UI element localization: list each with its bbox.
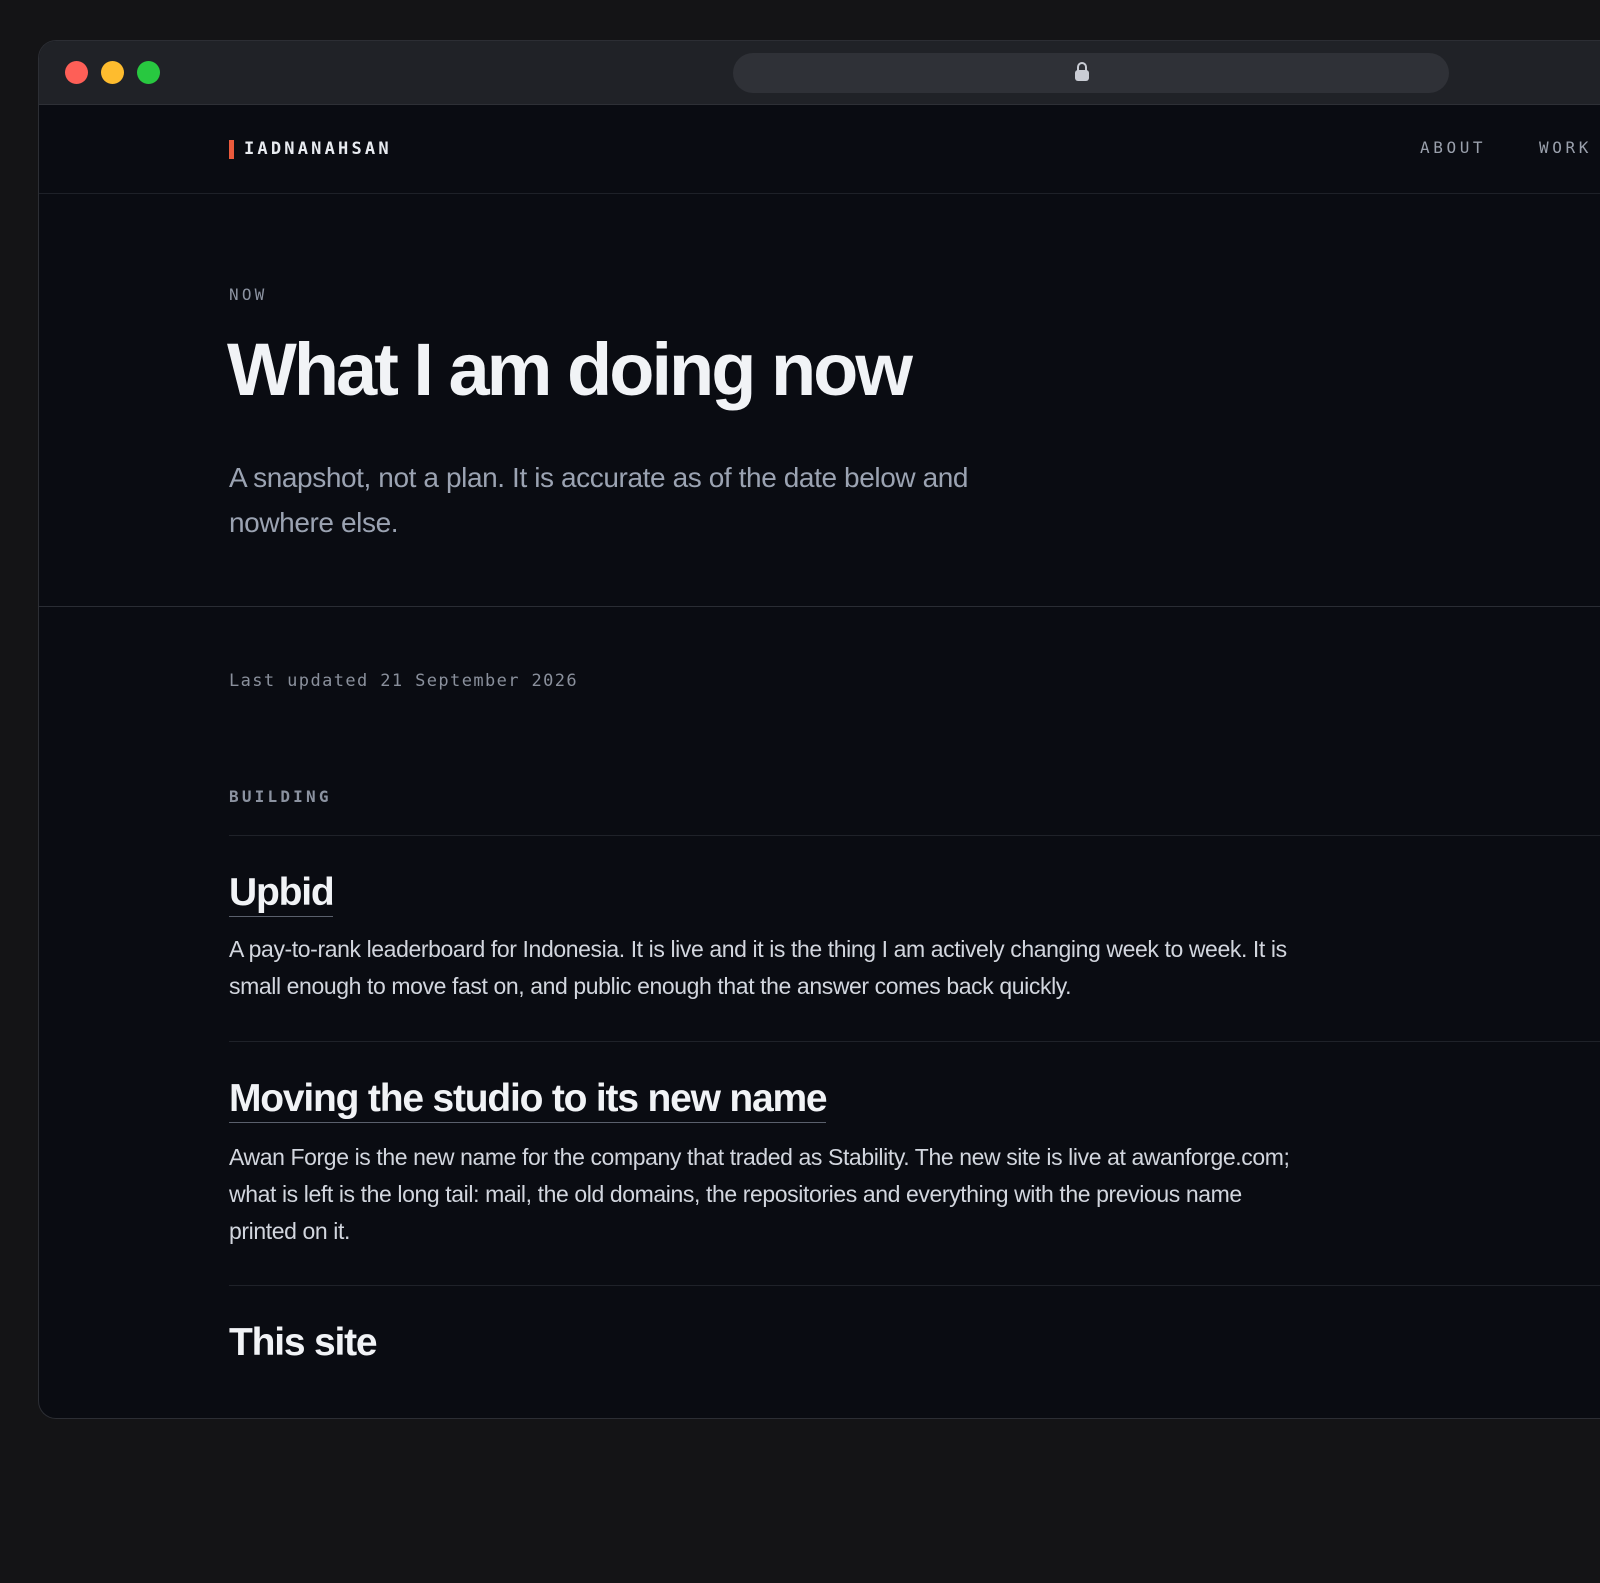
address-bar[interactable]: [733, 53, 1449, 93]
brand-logo-link[interactable]: IADNANAHSAN: [229, 139, 392, 159]
browser-titlebar: [39, 41, 1600, 105]
section-divider: [229, 835, 1600, 836]
item-title-this-site: This site: [229, 1321, 378, 1364]
hero-subtitle: A snapshot, not a plan. It is accurate a…: [229, 462, 969, 538]
page-title: What I am doing now: [227, 328, 913, 411]
maximize-window-button[interactable]: [137, 61, 160, 84]
nav-link-about[interactable]: ABOUT: [1420, 138, 1486, 157]
hero-eyebrow: NOW: [229, 285, 268, 304]
minimize-window-button[interactable]: [101, 61, 124, 84]
item-divider: [229, 1285, 1600, 1286]
last-updated-text: Last updated 21 September 2026: [229, 671, 579, 691]
item-title-upbid-link[interactable]: Upbid: [229, 871, 335, 917]
section-label-building: BUILDING: [229, 787, 332, 806]
item-description-upbid: A pay-to-rank leaderboard for Indonesia.…: [229, 936, 1287, 999]
item-title-studio-rename-link[interactable]: Moving the studio to its new name: [229, 1077, 828, 1123]
brand-name: IADNANAHSAN: [244, 139, 392, 159]
hero-section: NOW What I am doing now A snapshot, not …: [39, 195, 1600, 607]
item-description-studio-rename: Awan Forge is the new name for the compa…: [229, 1144, 1290, 1244]
nav-link-work[interactable]: WORK: [1539, 138, 1592, 157]
lock-icon: [1074, 62, 1090, 82]
close-window-button[interactable]: [65, 61, 88, 84]
browser-window: IADNANAHSAN ABOUT WORK NOW What I am doi…: [38, 40, 1600, 1419]
site-header: IADNANAHSAN ABOUT WORK: [39, 106, 1600, 194]
brand-mark-icon: [229, 139, 234, 159]
item-divider: [229, 1041, 1600, 1042]
